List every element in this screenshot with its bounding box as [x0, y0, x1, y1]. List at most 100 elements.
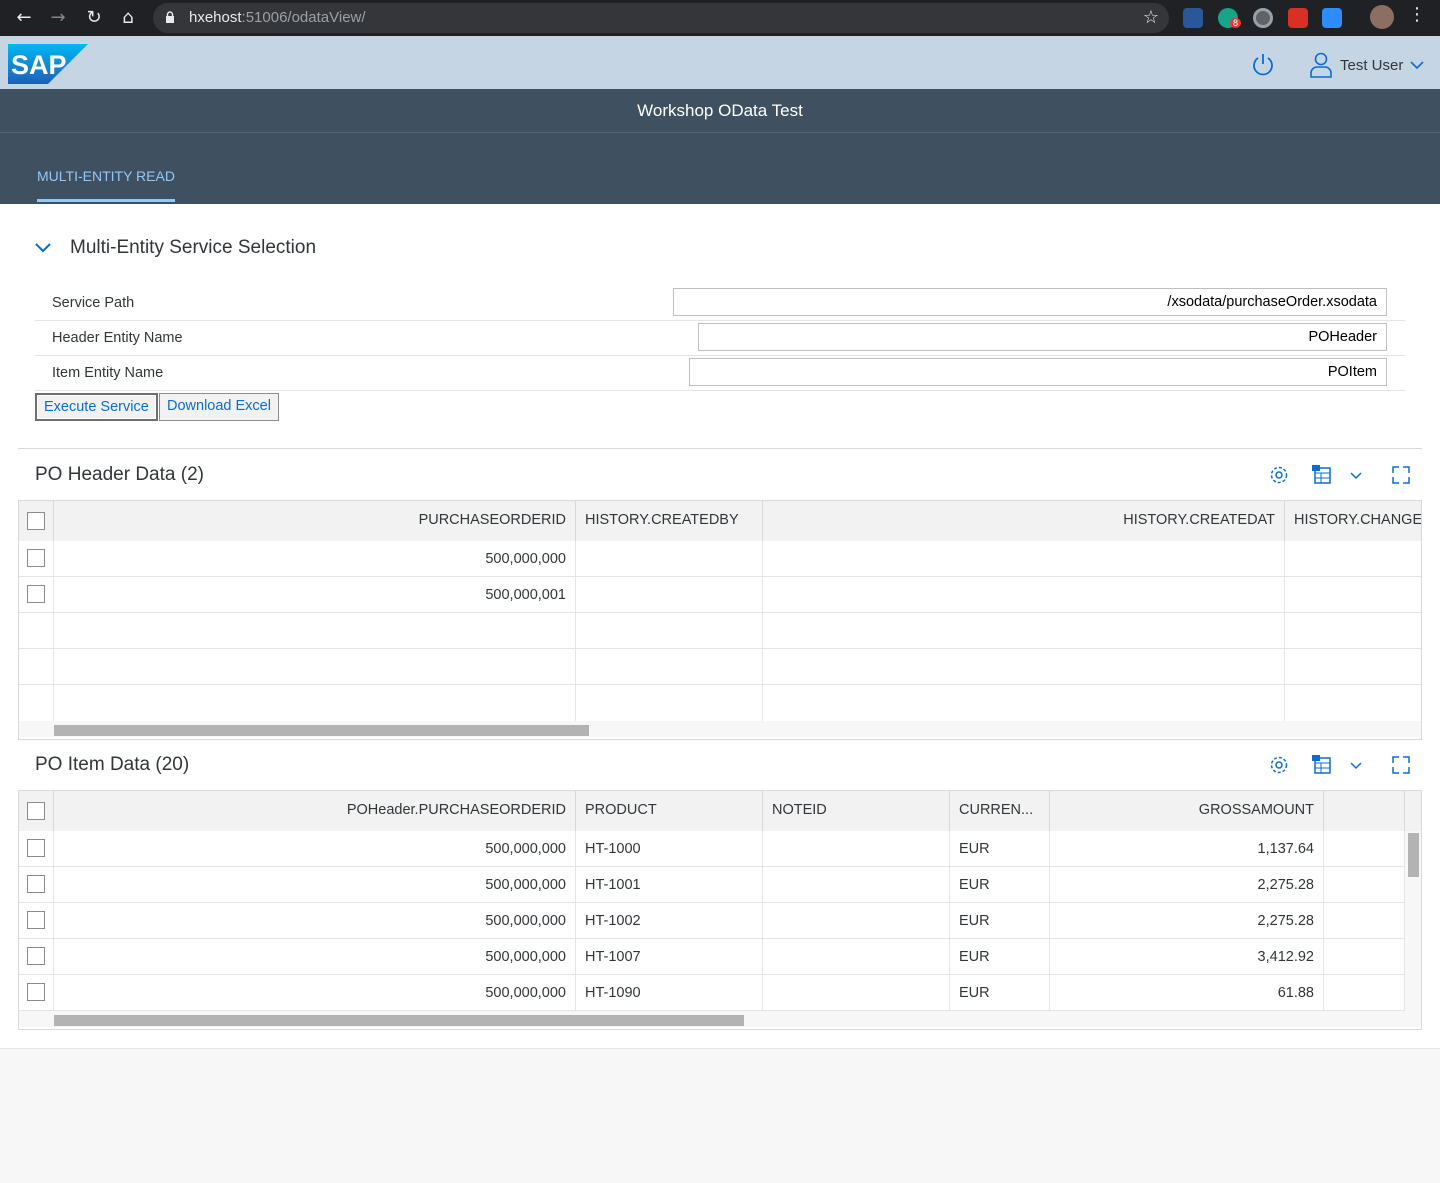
section-title: Multi-Entity Service Selection	[70, 237, 317, 258]
table-cell: 3,412.92	[1050, 939, 1324, 975]
table-cell: 500,000,000	[54, 939, 576, 975]
download-excel-button[interactable]: Download Excel	[159, 393, 279, 421]
table-cell: HT-1007	[576, 939, 763, 975]
header-entity-input[interactable]: POHeader	[698, 323, 1387, 351]
profile-avatar[interactable]	[1370, 5, 1394, 29]
table-cell	[763, 867, 950, 903]
execute-service-button[interactable]: Execute Service	[35, 393, 158, 421]
table-cell	[1324, 903, 1405, 939]
table-cell: HT-1090	[576, 975, 763, 1011]
scrollbar-thumb[interactable]	[1408, 833, 1419, 877]
url-text: hxehost:51006/odataView/	[189, 9, 366, 26]
page-title: Workshop OData Test	[637, 101, 803, 120]
table-cell	[1324, 867, 1405, 903]
column-header[interactable]: GROSSAMOUNT	[1050, 791, 1324, 831]
power-icon[interactable]	[1250, 52, 1276, 78]
fullscreen-icon[interactable]	[1390, 754, 1412, 776]
fullscreen-icon[interactable]	[1390, 464, 1412, 486]
table-cell: HT-1001	[576, 867, 763, 903]
column-header[interactable]: PRODUCT	[576, 791, 763, 831]
table-cell: 500,000,000	[54, 867, 576, 903]
service-path-input[interactable]: /xsodata/purchaseOrder.xsodata	[673, 288, 1387, 316]
select-all-checkbox[interactable]	[27, 802, 45, 820]
select-all-checkbox[interactable]	[27, 512, 45, 530]
sap-logo[interactable]: SAP	[8, 44, 88, 84]
column-header[interactable]: HISTORY.CREATEDAT	[763, 501, 1285, 541]
settings-gear-icon[interactable]	[1268, 464, 1290, 486]
extension-circle-icon[interactable]	[1253, 8, 1273, 28]
browser-menu-icon[interactable]: ⋮	[1408, 4, 1426, 25]
lock-icon	[166, 11, 174, 23]
home-icon[interactable]: ⌂	[114, 4, 142, 32]
scrollbar-thumb[interactable]	[54, 1015, 744, 1026]
export-spreadsheet-icon[interactable]	[1311, 464, 1333, 486]
table-cell	[576, 541, 763, 577]
table-cell	[763, 541, 1285, 577]
column-header[interactable]: POHeader.PURCHASEORDERID	[54, 791, 576, 831]
reload-icon[interactable]: ↻	[80, 4, 108, 32]
collapse-chevron-icon[interactable]	[35, 242, 51, 254]
column-header[interactable]: CURREN...	[950, 791, 1050, 831]
item-data-table: POHeader.PURCHASEORDERID PRODUCT NOTEID …	[18, 790, 1422, 1030]
horizontal-scrollbar[interactable]	[19, 1011, 1421, 1027]
row-checkbox[interactable]	[27, 947, 45, 965]
column-header[interactable]: HISTORY.CREATEDBY	[576, 501, 763, 541]
table-cell: 500,000,000	[54, 541, 576, 577]
forward-icon[interactable]: →	[44, 4, 72, 32]
extension-badge: 8	[1230, 18, 1242, 28]
table-cell: 61.88	[1050, 975, 1324, 1011]
row-checkbox[interactable]	[27, 549, 45, 567]
export-dropdown-chevron-icon[interactable]	[1348, 467, 1364, 483]
extension-grammar-icon[interactable]: 8	[1218, 8, 1242, 28]
column-header[interactable]: PURCHASEORDERID	[54, 501, 576, 541]
horizontal-scrollbar[interactable]	[19, 721, 1421, 737]
zoom-extension-icon[interactable]	[1322, 8, 1342, 28]
user-icon[interactable]	[1310, 52, 1332, 78]
tab-multi-entity-read[interactable]: MULTI-ENTITY READ	[37, 168, 175, 202]
user-name[interactable]: Test User	[1340, 57, 1403, 74]
extension-icon[interactable]	[1183, 8, 1203, 28]
bookmark-star-icon[interactable]: ☆	[1143, 7, 1159, 28]
header-data-table: PURCHASEORDERID HISTORY.CREATEDBY HISTOR…	[18, 500, 1422, 740]
table-cell: 2,275.28	[1050, 867, 1324, 903]
item-entity-input[interactable]: POItem	[689, 358, 1387, 386]
chevron-down-icon[interactable]	[1410, 60, 1424, 70]
table-header-row: POHeader.PURCHASEORDERID PRODUCT NOTEID …	[19, 791, 1421, 831]
row-checkbox[interactable]	[27, 875, 45, 893]
table-cell	[1285, 541, 1421, 577]
browser-toolbar: ← → ↻ ⌂ hxehost:51006/odataView/ ☆ 8 ⋮	[0, 0, 1440, 36]
column-header[interactable]: NOTEID	[763, 791, 950, 831]
header-table-title: PO Header Data (2)	[35, 464, 204, 485]
header-entity-label: Header Entity Name	[52, 330, 183, 346]
select-all-cell	[19, 501, 54, 541]
table-cell: EUR	[950, 975, 1050, 1011]
svg-text:SAP: SAP	[11, 50, 67, 80]
table-cell	[1324, 831, 1405, 867]
back-icon[interactable]: ←	[10, 4, 38, 32]
tab-bar: MULTI-ENTITY READ	[0, 133, 1440, 204]
table-cell: EUR	[950, 903, 1050, 939]
vertical-scrollbar[interactable]	[1405, 831, 1421, 1011]
column-header[interactable]	[1324, 791, 1405, 831]
scrollbar-thumb[interactable]	[54, 725, 589, 736]
extension-red-icon[interactable]	[1288, 8, 1308, 28]
export-dropdown-chevron-icon[interactable]	[1348, 757, 1364, 773]
item-table-title: PO Item Data (20)	[35, 754, 190, 775]
shell-bar: SAP Test User	[0, 36, 1440, 89]
settings-gear-icon[interactable]	[1268, 754, 1290, 776]
row-checkbox[interactable]	[27, 911, 45, 929]
export-spreadsheet-icon[interactable]	[1311, 754, 1333, 776]
row-checkbox[interactable]	[27, 983, 45, 1001]
address-bar[interactable]: hxehost:51006/odataView/ ☆	[153, 3, 1169, 33]
row-checkbox[interactable]	[27, 839, 45, 857]
table-cell: 500,000,001	[54, 577, 576, 613]
table-cell: HT-1002	[576, 903, 763, 939]
table-cell: HT-1000	[576, 831, 763, 867]
column-header[interactable]: HISTORY.CHANGE	[1285, 501, 1421, 541]
row-checkbox[interactable]	[27, 585, 45, 603]
select-all-cell	[19, 791, 54, 831]
table-cell	[763, 577, 1285, 613]
table-cell: 500,000,000	[54, 975, 576, 1011]
table-cell	[1285, 577, 1421, 613]
divider	[18, 448, 1422, 449]
